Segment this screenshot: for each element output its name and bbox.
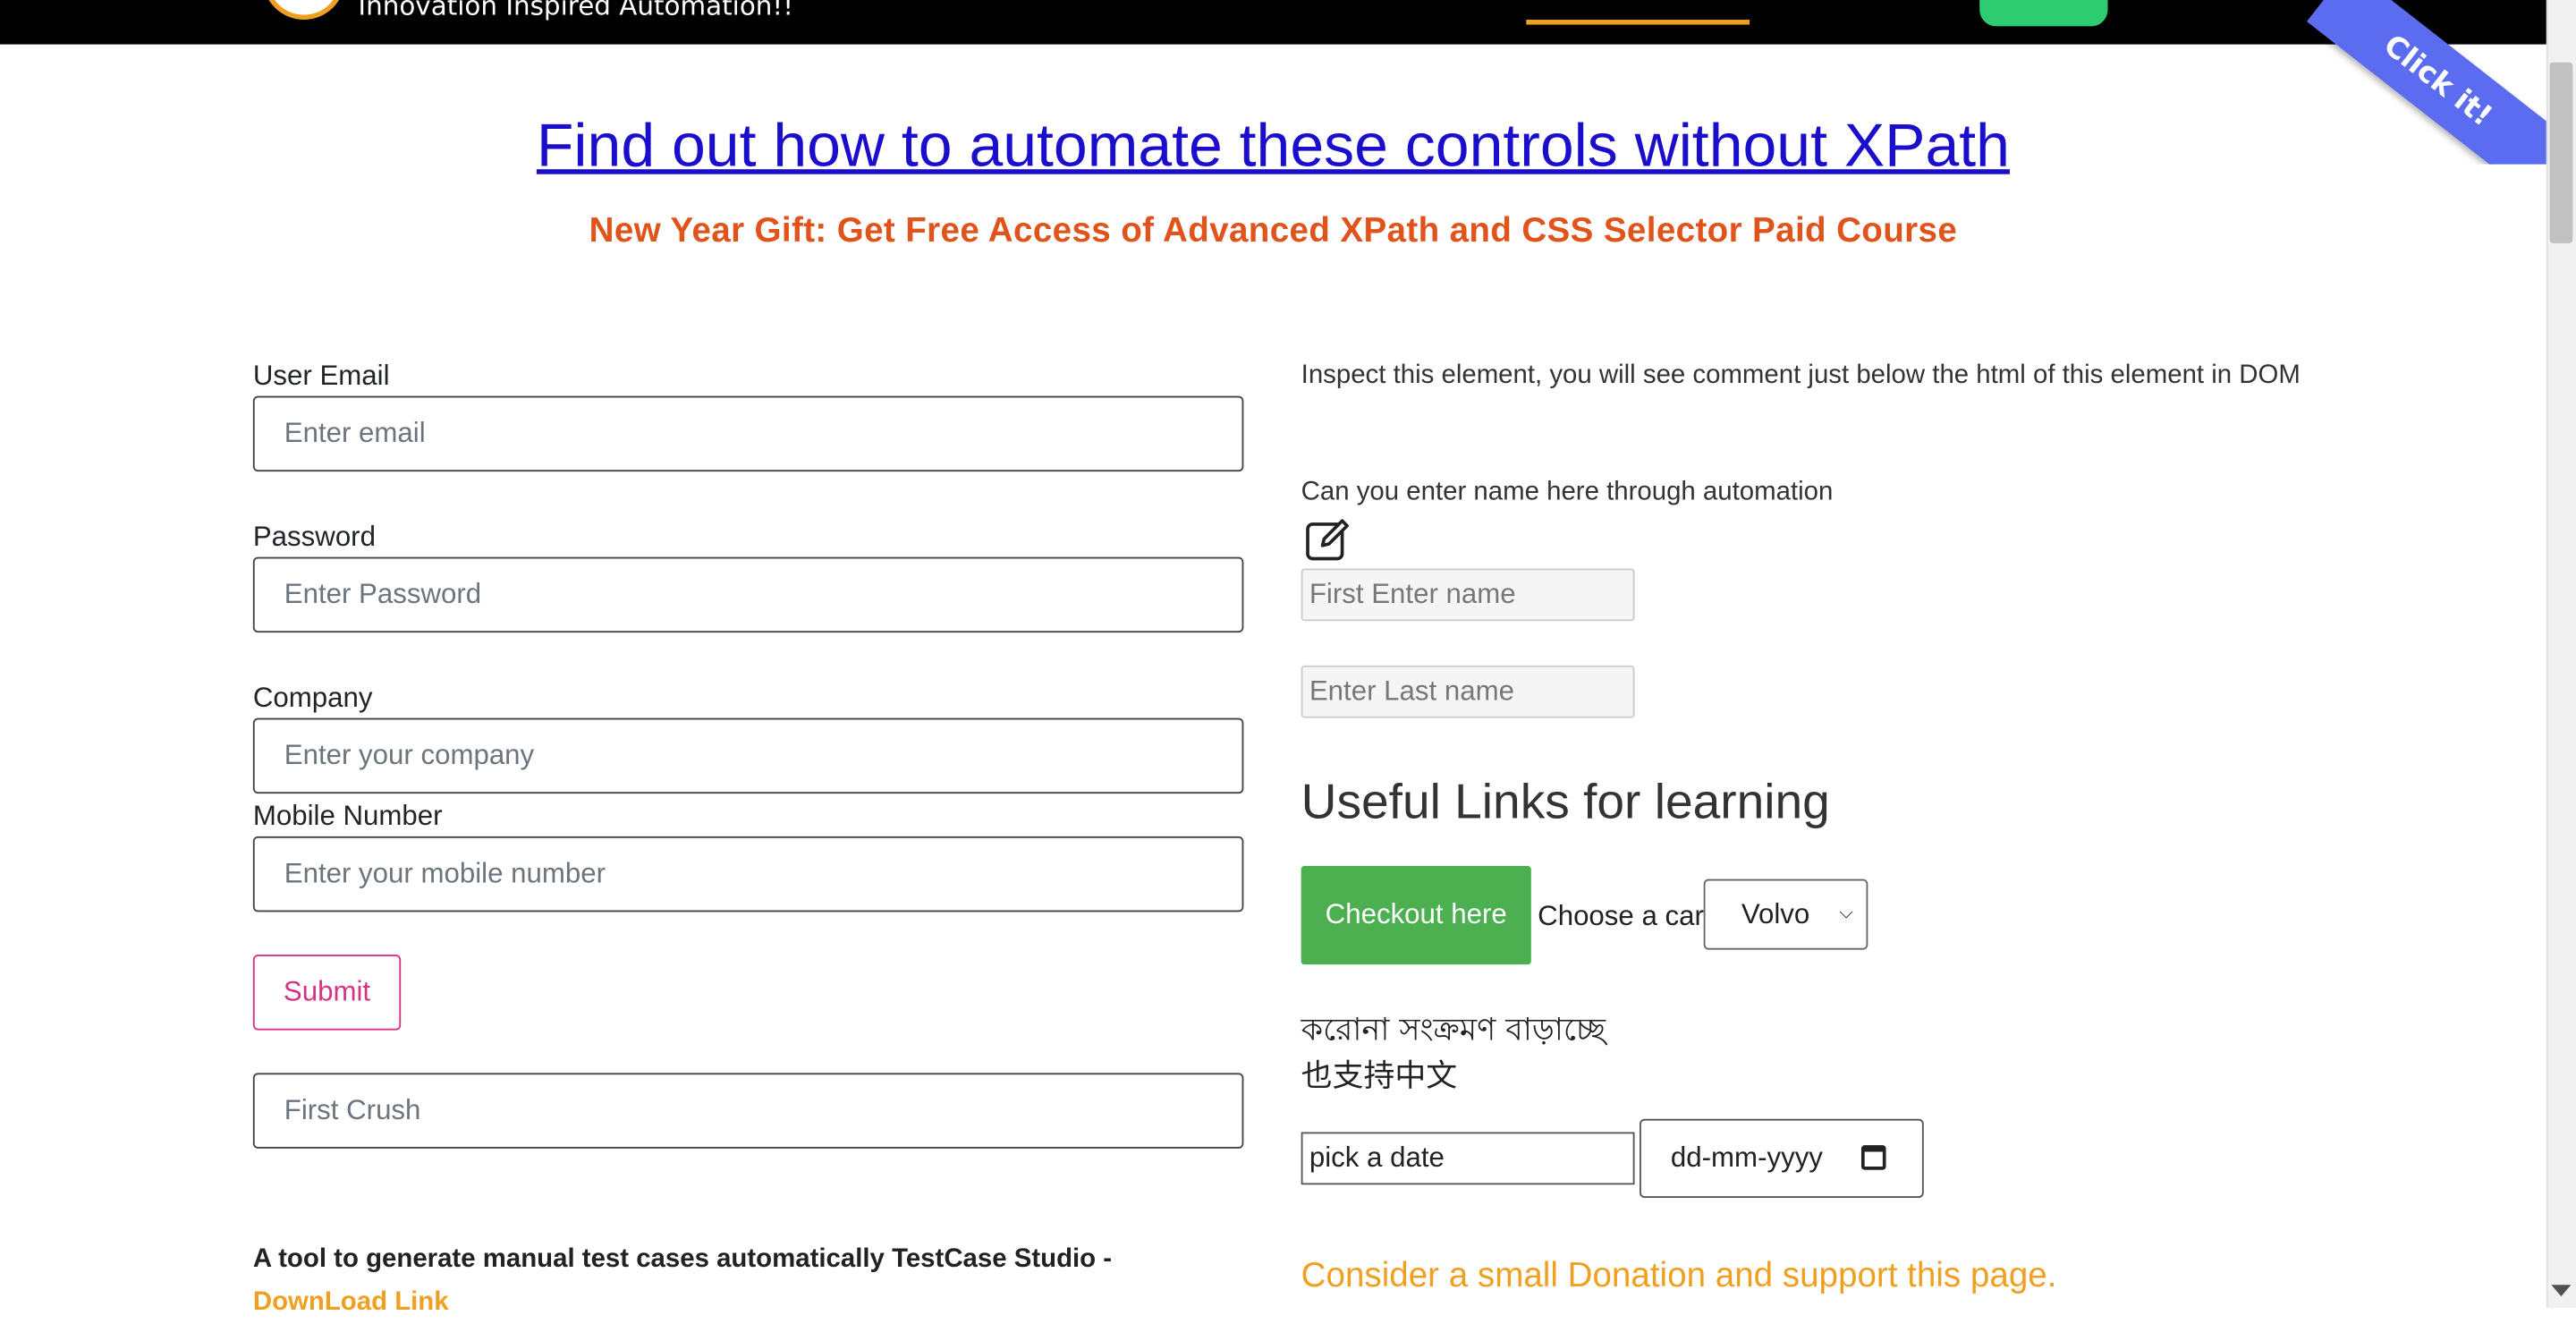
calendar-icon[interactable] <box>1860 1145 1886 1170</box>
scrollbar-thumb[interactable] <box>2549 62 2573 243</box>
automation-headline-link[interactable]: Find out how to automate these controls … <box>0 112 2546 181</box>
first-crush-input[interactable]: First Crush <box>252 1073 1244 1149</box>
edit-icon[interactable] <box>1303 514 1352 564</box>
car-select[interactable]: Volvo ⌵ <box>1703 878 1868 950</box>
email-label: User Email <box>252 360 390 392</box>
scroll-down-arrow-icon[interactable] <box>2551 1285 2572 1297</box>
site-tagline: Innovation Inspired Automation!! <box>358 0 793 21</box>
donation-text[interactable]: Consider a small Donation and support th… <box>1301 1257 2057 1296</box>
inspect-element-text: Inspect this element, you will see comme… <box>1301 361 2301 390</box>
car-select-label: Choose a car: <box>1538 900 1712 932</box>
automation-question: Can you enter name here through automati… <box>1301 478 1834 506</box>
nav-active-indicator <box>1526 20 1750 25</box>
email-input[interactable]: Enter email <box>252 395 1244 472</box>
nav-cta-button[interactable] <box>1979 0 2108 27</box>
testcase-studio-text: A tool to generate manual test cases aut… <box>253 1239 1174 1324</box>
checkout-button[interactable]: Checkout here <box>1301 865 1531 965</box>
chinese-text: 也支持中文 <box>1301 1057 1458 1095</box>
company-label: Company <box>252 682 373 714</box>
testcase-studio-description: A tool to generate manual test cases aut… <box>252 1245 1113 1274</box>
mobile-label: Mobile Number <box>252 800 443 832</box>
last-name-input[interactable]: Enter Last name <box>1301 665 1635 718</box>
submit-button[interactable]: Submit <box>252 955 402 1031</box>
date-picker-value: dd-mm-yyyy <box>1670 1142 1823 1174</box>
download-link[interactable]: DownLoad Link <box>253 1288 449 1316</box>
gift-subheadline: New Year Gift: Get Free Access of Advanc… <box>589 211 1958 250</box>
password-input[interactable]: Enter Password <box>252 556 1244 633</box>
company-input[interactable]: Enter your company <box>252 717 1244 794</box>
car-selected-value: Volvo <box>1741 897 1810 929</box>
date-text-input[interactable]: pick a date <box>1301 1132 1635 1185</box>
mobile-input[interactable]: Enter your mobile number <box>252 836 1244 912</box>
date-picker-input[interactable]: dd-mm-yyyy <box>1640 1118 1924 1198</box>
useful-links-heading: Useful Links for learning <box>1301 775 1830 830</box>
chevron-down-icon: ⌵ <box>1839 904 1853 924</box>
first-name-input[interactable]: First Enter name <box>1301 568 1635 622</box>
password-label: Password <box>252 521 376 553</box>
